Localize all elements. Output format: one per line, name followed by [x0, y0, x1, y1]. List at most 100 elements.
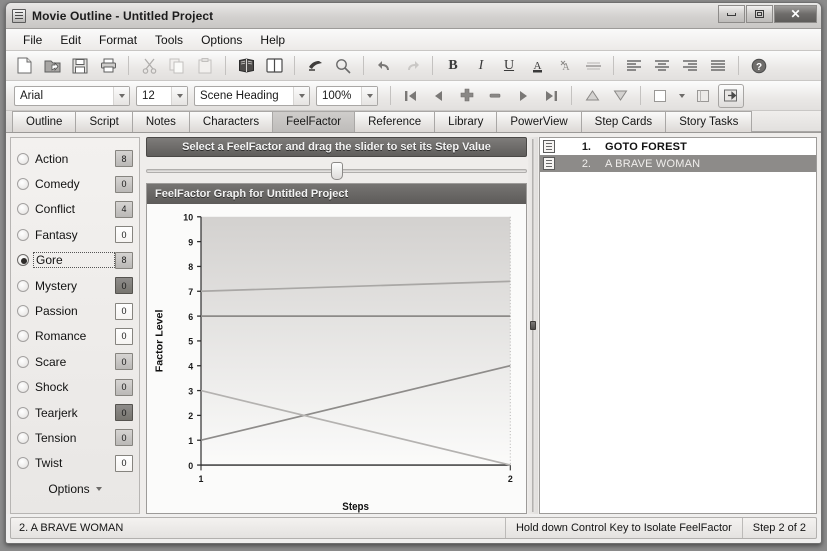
factor-label: Comedy — [35, 177, 80, 192]
italic-icon[interactable]: I — [468, 54, 494, 78]
align-justify-icon[interactable] — [705, 54, 731, 78]
radio-icon[interactable] — [17, 279, 29, 292]
add-step-icon[interactable] — [454, 84, 480, 108]
factor-row-tearjerk[interactable]: Tearjerk 0 — [17, 400, 133, 425]
radio-icon[interactable] — [17, 381, 29, 394]
book-notes-icon[interactable] — [233, 54, 259, 78]
underline-icon[interactable]: U — [496, 54, 522, 78]
align-center-icon[interactable] — [649, 54, 675, 78]
tab-outline[interactable]: Outline — [12, 111, 77, 132]
delete-step-icon[interactable] — [482, 84, 508, 108]
options-button[interactable]: Options — [17, 482, 133, 496]
next-step-icon[interactable] — [510, 84, 536, 108]
strike-format-icon[interactable]: A — [552, 54, 578, 78]
factor-row-comedy[interactable]: Comedy 0 — [17, 171, 133, 196]
factor-row-action[interactable]: Action 8 — [17, 146, 133, 171]
tab-feelfactor[interactable]: FeelFactor — [273, 111, 356, 132]
search-magnifier-icon[interactable] — [330, 54, 356, 78]
color-dropdown-caret-icon[interactable] — [676, 84, 688, 108]
bold-icon[interactable]: B — [440, 54, 466, 78]
factor-row-passion[interactable]: Passion 0 — [17, 298, 133, 323]
maximize-icon — [755, 10, 764, 18]
new-document-icon[interactable] — [11, 54, 37, 78]
factor-row-romance[interactable]: Romance 0 — [17, 324, 133, 349]
tab-powerview[interactable]: PowerView — [497, 111, 582, 132]
tab-characters[interactable]: Characters — [189, 111, 274, 132]
spellcheck-icon[interactable] — [302, 54, 328, 78]
help-question-icon[interactable]: ? — [746, 54, 772, 78]
font-size-combo[interactable]: 12 — [136, 85, 188, 106]
menu-options[interactable]: Options — [192, 31, 251, 49]
undo-arrow-icon[interactable] — [371, 54, 397, 78]
redo-arrow-icon[interactable] — [399, 54, 425, 78]
factor-row-twist[interactable]: Twist 0 — [17, 451, 133, 476]
feelfactor-chart[interactable]: 0 1 2 3 4 5 6 7 8 9 10 1 2 Factor Level Steps — [147, 204, 526, 513]
menu-format[interactable]: Format — [90, 31, 146, 49]
previous-step-icon[interactable] — [426, 84, 452, 108]
factor-label: Tearjerk — [35, 405, 78, 420]
open-folder-icon[interactable] — [39, 54, 65, 78]
tab-step-cards[interactable]: Step Cards — [581, 111, 667, 132]
radio-icon[interactable] — [17, 305, 29, 318]
panel-splitter[interactable] — [528, 137, 538, 514]
move-down-icon[interactable] — [607, 84, 633, 108]
cut-scissors-icon[interactable] — [136, 54, 162, 78]
radio-icon[interactable] — [17, 203, 29, 216]
step-value-slider[interactable] — [146, 157, 527, 183]
menu-tools[interactable]: Tools — [146, 31, 192, 49]
splitter-grip[interactable] — [530, 321, 536, 330]
move-up-icon[interactable] — [579, 84, 605, 108]
close-button[interactable]: ✕ — [774, 5, 817, 23]
radio-icon[interactable] — [17, 254, 29, 267]
print-icon[interactable] — [95, 54, 121, 78]
tab-reference[interactable]: Reference — [355, 111, 436, 132]
element-style-combo[interactable]: Scene Heading — [194, 85, 310, 106]
minimize-button[interactable] — [718, 5, 745, 23]
factor-row-fantasy[interactable]: Fantasy 0 — [17, 222, 133, 247]
last-step-icon[interactable] — [538, 84, 564, 108]
factor-row-conflict[interactable]: Conflict 4 — [17, 197, 133, 222]
factor-row-mystery[interactable]: Mystery 0 — [17, 273, 133, 298]
copy-icon[interactable] — [164, 54, 190, 78]
color-swatch-icon[interactable] — [648, 84, 674, 108]
tab-story-tasks[interactable]: Story Tasks — [666, 111, 753, 132]
factor-row-gore[interactable]: Gore 8 — [17, 248, 133, 273]
menu-edit[interactable]: Edit — [51, 31, 90, 49]
scene-title: GOTO FOREST — [605, 140, 688, 153]
scene-row-2[interactable]: 2. A BRAVE WOMAN — [540, 155, 816, 172]
window-title: Movie Outline - Untitled Project — [32, 8, 214, 23]
tab-script[interactable]: Script — [76, 111, 133, 132]
factor-row-scare[interactable]: Scare 0 — [17, 349, 133, 374]
radio-icon[interactable] — [17, 178, 29, 191]
tab-notes[interactable]: Notes — [132, 111, 190, 132]
font-family-combo[interactable]: Arial — [14, 85, 130, 106]
factor-row-tension[interactable]: Tension 0 — [17, 425, 133, 450]
radio-icon[interactable] — [17, 431, 29, 444]
radio-icon[interactable] — [17, 406, 29, 419]
radio-icon[interactable] — [17, 457, 29, 470]
radio-icon[interactable] — [17, 228, 29, 241]
align-right-icon[interactable] — [677, 54, 703, 78]
radio-icon[interactable] — [17, 152, 29, 165]
open-book-icon[interactable] — [261, 54, 287, 78]
factor-row-shock[interactable]: Shock 0 — [17, 375, 133, 400]
maximize-button[interactable] — [746, 5, 773, 23]
card-view-icon[interactable] — [690, 84, 716, 108]
align-left-icon[interactable] — [621, 54, 647, 78]
menu-help[interactable]: Help — [251, 31, 294, 49]
export-icon[interactable] — [718, 83, 744, 108]
font-color-icon[interactable]: A — [524, 54, 550, 78]
first-step-icon[interactable] — [398, 84, 424, 108]
save-disk-icon[interactable] — [67, 54, 93, 78]
radio-icon[interactable] — [17, 355, 29, 368]
scene-row-1[interactable]: 1. GOTO FOREST — [540, 138, 816, 155]
factor-label: Romance — [35, 329, 87, 344]
menu-file[interactable]: File — [14, 31, 51, 49]
zoom-combo[interactable]: 100% — [316, 85, 378, 106]
paste-icon[interactable] — [192, 54, 218, 78]
radio-icon[interactable] — [17, 330, 29, 343]
strikethrough-icon[interactable] — [580, 54, 606, 78]
tab-library[interactable]: Library — [435, 111, 498, 132]
scene-list[interactable]: 1. GOTO FOREST 2. A BRAVE WOMAN — [539, 137, 817, 514]
slider-thumb[interactable] — [330, 162, 343, 180]
